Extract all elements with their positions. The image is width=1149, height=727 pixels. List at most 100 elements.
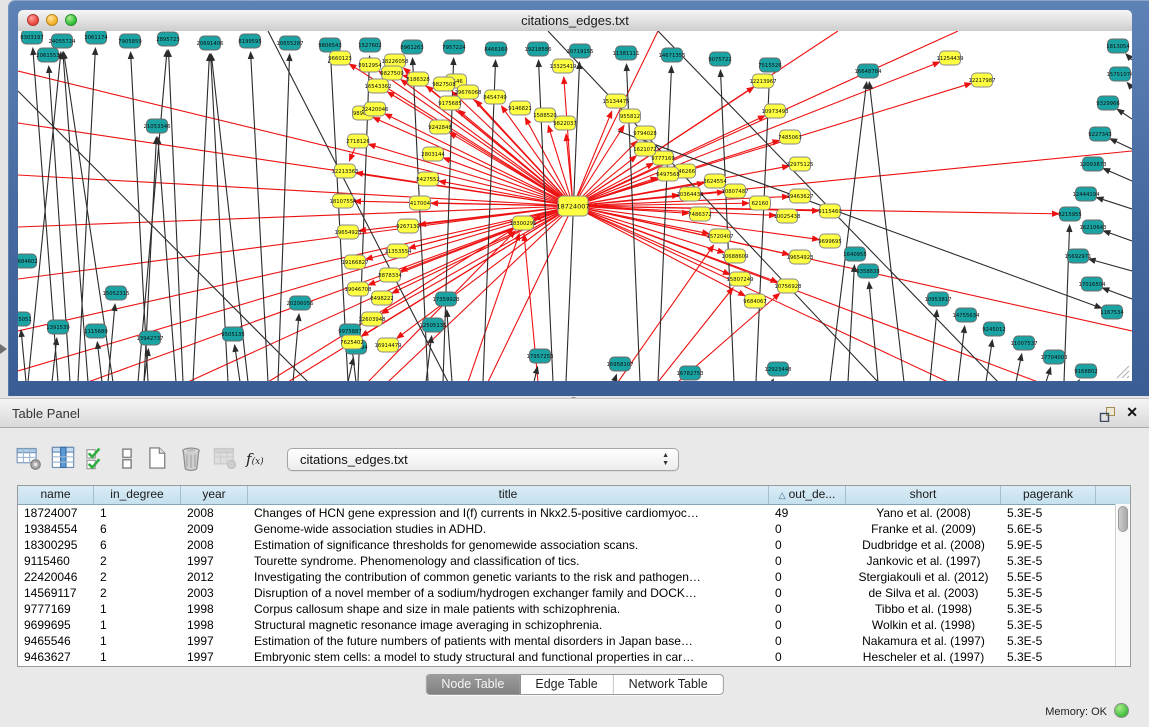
tab-node-table[interactable]: Node Table: [426, 675, 520, 694]
graph-node-label: 9075722: [708, 57, 732, 63]
network-window-titlebar[interactable]: citations_edges.txt: [18, 10, 1132, 32]
network-canvas[interactable]: 8303197240557243061174206155379058592895…: [18, 31, 1132, 381]
graph-node-label: 13325419: [550, 64, 577, 70]
table-row[interactable]: 1456911722003Disruption of a novel membe…: [18, 585, 1130, 601]
new-file-button[interactable]: [144, 445, 172, 473]
graph-node-label: 14671355: [659, 53, 686, 59]
memory-status-icon: [1114, 703, 1129, 718]
graph-node-label: 19463627: [787, 194, 814, 200]
graph-node-label: 9794028: [633, 131, 657, 137]
cell: 2003: [181, 585, 248, 601]
graph-node-label: 11381111: [613, 51, 640, 57]
network-canvas-svg[interactable]: 8303197240557243061174206155379058592895…: [18, 31, 1132, 381]
graph-node-label: 9699695: [818, 239, 842, 245]
graph-node-label: 11007537: [1011, 341, 1038, 347]
graph-node-label: 24055724: [49, 39, 77, 45]
minimize-window-icon[interactable]: [46, 14, 58, 26]
graph-node-label: 9146821: [508, 106, 532, 112]
table-row[interactable]: 946554611997Estimation of the future num…: [18, 633, 1130, 649]
node-attribute-table: namein_degreeyeartitle△out_de...shortpag…: [17, 485, 1131, 667]
close-window-icon[interactable]: [27, 14, 39, 26]
function-builder-button[interactable]: f(x): [246, 445, 280, 473]
graph-node-label: 7957224: [442, 45, 466, 51]
table-row[interactable]: 969969511998Structural magnetic resonanc…: [18, 617, 1130, 633]
graph-node-label: 18724007: [556, 202, 589, 210]
graph-node-label: 8961263: [400, 45, 424, 51]
cell: 1: [94, 617, 181, 633]
table-row[interactable]: 946362711997Embryonic stem cells: a mode…: [18, 649, 1130, 665]
table-selector-dropdown[interactable]: citations_edges.txt ▲▼: [287, 448, 679, 471]
table-row[interactable]: 911546021997Tourette syndrome. Phenomeno…: [18, 553, 1130, 569]
cell: Genome-wide association studies in ADHD.: [248, 521, 769, 537]
cell: 2: [94, 569, 181, 585]
graph-node-label: 8215955: [1058, 212, 1082, 218]
table-row[interactable]: 1938455462009Genome-wide association stu…: [18, 521, 1130, 537]
graph-node-label: 1813054: [1106, 44, 1130, 50]
graph-node-label: 7625402: [340, 340, 364, 346]
graph-node-label: 10688609: [722, 254, 749, 260]
select-all-button[interactable]: [84, 445, 112, 473]
graph-node-label: 15692971: [1065, 254, 1092, 260]
graph-node-label: 9505135: [221, 332, 245, 338]
table-settings-button[interactable]: [16, 445, 44, 473]
clear-selection-button[interactable]: [114, 445, 142, 473]
table-row[interactable]: 1830029562008Estimation of significance …: [18, 537, 1130, 553]
resize-grip[interactable]: [1116, 365, 1130, 379]
graph-node-label: 2895723: [156, 37, 180, 43]
zoom-window-icon[interactable]: [65, 14, 77, 26]
float-panel-icon[interactable]: [1099, 406, 1115, 422]
scrollbar-thumb[interactable]: [1118, 506, 1128, 532]
graph-node-label: 9115460: [818, 209, 842, 215]
graph-node-label: 18107554: [330, 199, 358, 205]
cell: 2012: [181, 569, 248, 585]
select-column-button[interactable]: [50, 445, 78, 473]
cell: Dudbridge et al. (2008): [846, 537, 1001, 553]
cell: 0: [769, 537, 846, 553]
column-header-name[interactable]: name: [18, 486, 94, 504]
graph-node-label: 16648784: [855, 69, 883, 75]
cell: 2009: [181, 521, 248, 537]
table-row[interactable]: 977716911998Corpus callosum shape and si…: [18, 601, 1130, 617]
graph-node-label: 9358838: [856, 269, 880, 275]
cell: Stergiakouli et al. (2012): [846, 569, 1001, 585]
graph-node-label: 3061174: [84, 35, 108, 41]
panel-collapse-arrow[interactable]: [0, 344, 7, 354]
graph-node-label: 10756928: [775, 284, 803, 290]
cell: 5.3E-5: [1001, 585, 1096, 601]
cell: 1998: [181, 617, 248, 633]
cell: Estimation of the future numbers of pati…: [248, 633, 769, 649]
graph-node-label: 1621072: [633, 147, 657, 153]
graph-node-label: 1588520: [533, 113, 557, 119]
cell: Nakamura et al. (1997): [846, 633, 1001, 649]
tab-network-table[interactable]: Network Table: [614, 675, 723, 694]
graph-node-label: 10973493: [762, 109, 789, 115]
graph-node-label: 12975125: [787, 162, 814, 168]
column-header-year[interactable]: year: [181, 486, 248, 504]
cell: Estimation of significance thresholds fo…: [248, 537, 769, 553]
table-row[interactable]: 2242004622012Investigating the contribut…: [18, 569, 1130, 585]
graph-node-label: 9822037: [553, 121, 577, 127]
vertical-scrollbar[interactable]: [1115, 504, 1130, 666]
table-row[interactable]: 1872400712008Changes of HCN gene express…: [18, 505, 1130, 521]
cell: 6: [94, 521, 181, 537]
column-header-pagerank[interactable]: pagerank: [1001, 486, 1096, 504]
cell: 0: [769, 633, 846, 649]
cell: Hescheler et al. (1997): [846, 649, 1001, 665]
cell: 18724007: [18, 505, 94, 521]
tab-edge-table[interactable]: Edge Table: [520, 675, 613, 694]
column-header-short[interactable]: short: [846, 486, 1001, 504]
graph-node-label: 1640955: [843, 252, 867, 258]
delete-button[interactable]: [178, 445, 206, 473]
cell: 1: [94, 601, 181, 617]
graph-node-label: 9777169: [651, 156, 675, 162]
graph-node-label: 20364436: [677, 192, 705, 198]
column-header-out_de[interactable]: △out_de...: [769, 486, 846, 504]
graph-node-label: 62160: [752, 201, 769, 207]
graph-node-label: 12093873: [1080, 162, 1107, 168]
graph-node-label: 955812: [620, 114, 640, 120]
cell: 0: [769, 569, 846, 585]
column-header-title[interactable]: title: [248, 486, 769, 504]
close-panel-icon[interactable]: ✕: [1126, 404, 1138, 421]
column-header-in_degree[interactable]: in_degree: [94, 486, 181, 504]
table-selector-value: citations_edges.txt: [300, 452, 408, 467]
